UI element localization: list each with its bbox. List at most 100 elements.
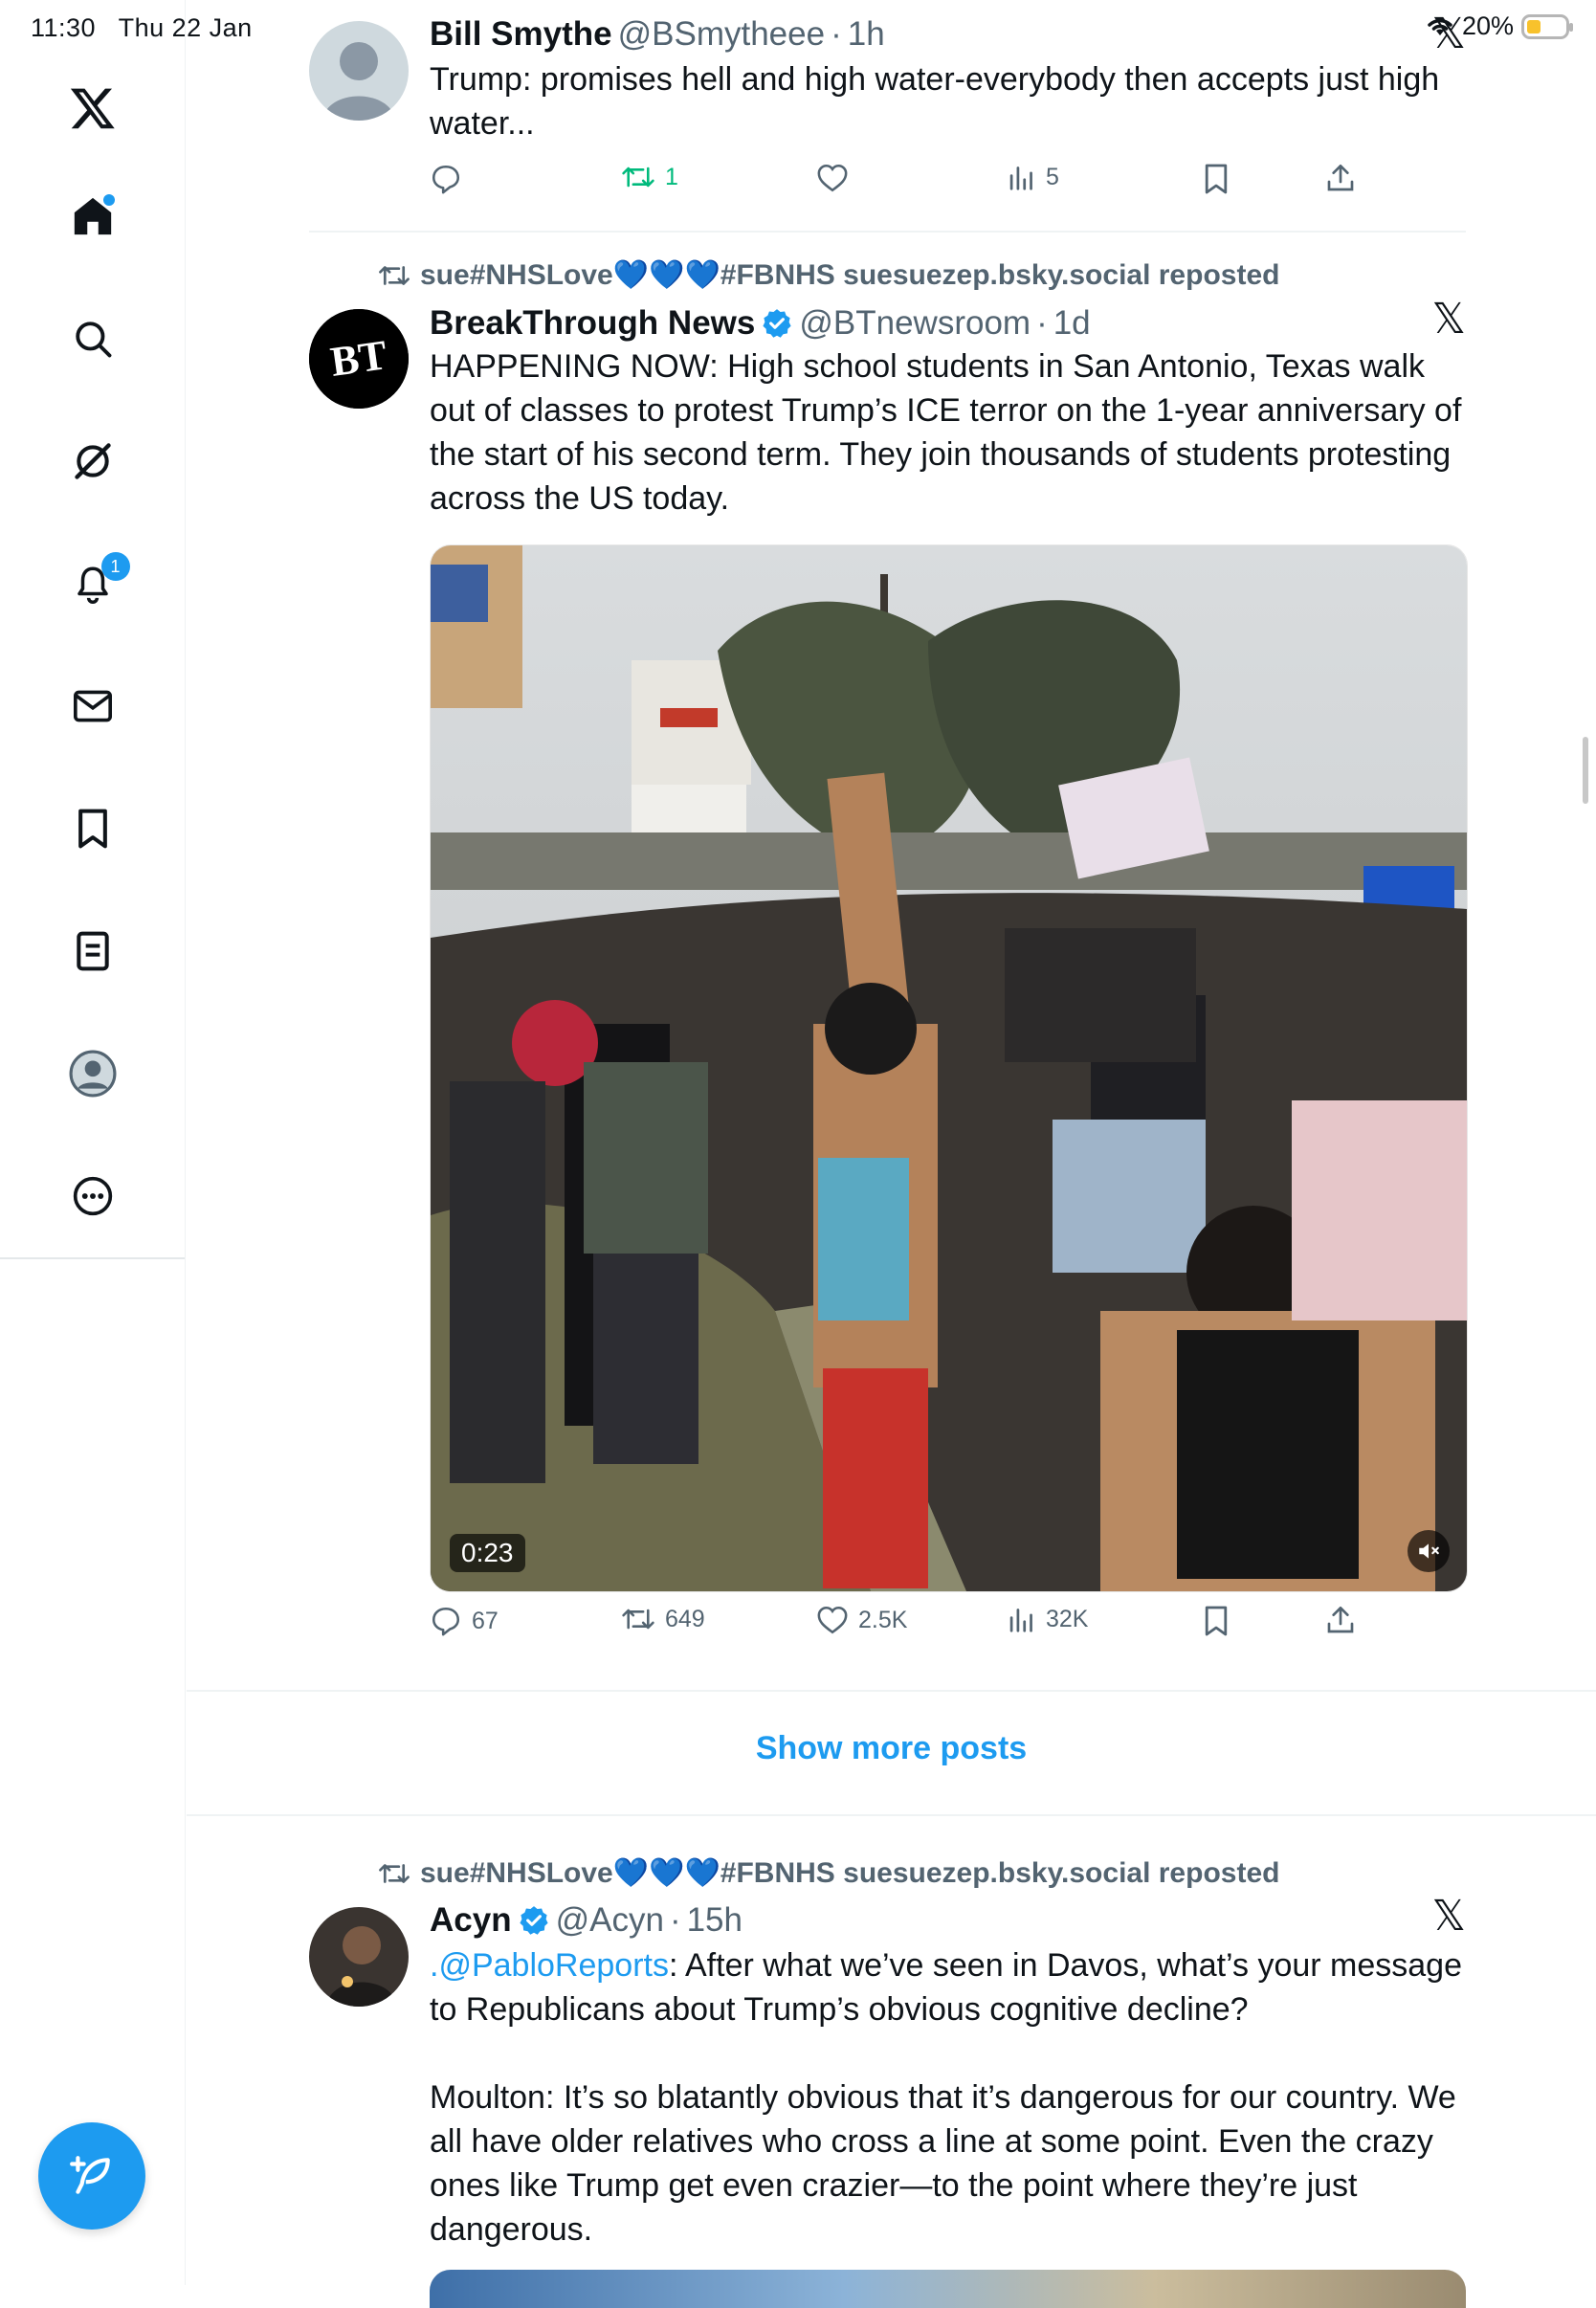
reply-icon: [432, 165, 460, 194]
envelope-icon: [73, 690, 112, 722]
section-divider: [187, 1690, 1596, 1692]
verified-badge-icon: [761, 307, 793, 340]
sidebar-item-profile[interactable]: [50, 1031, 136, 1117]
video-duration: 0:23: [450, 1534, 525, 1572]
reply-button[interactable]: [430, 163, 472, 195]
heart-icon: [817, 164, 848, 192]
bookmark-icon: [1205, 1606, 1228, 1636]
post-text: Trump: promises hell and high water-ever…: [430, 61, 1440, 142]
x-logo-icon[interactable]: [50, 65, 136, 151]
author-name[interactable]: Acyn: [430, 1899, 512, 1942]
post-divider: [309, 231, 1466, 233]
compose-feather-icon: [70, 2156, 110, 2194]
x-close-icon[interactable]: 𝕏: [1432, 10, 1466, 58]
avatar[interactable]: [309, 21, 409, 121]
share-button[interactable]: [1325, 1605, 1356, 1635]
repost-button[interactable]: 649: [621, 1605, 705, 1633]
separator-dot: ·: [1036, 304, 1048, 342]
repost-attribution[interactable]: sue#NHSLove💙💙💙#FBNHS suesuezep.bsky.soci…: [378, 258, 1279, 292]
bookmark-icon: [1205, 164, 1228, 194]
repost-button[interactable]: 1: [621, 163, 678, 191]
notifications-badge: 1: [100, 552, 130, 581]
author-name[interactable]: BreakThrough News: [430, 302, 755, 344]
scrollbar[interactable]: [1583, 737, 1588, 804]
sidebar-divider: [0, 1257, 185, 1259]
repost-icon: [379, 1863, 410, 1883]
post-text-part-2: Moulton: It’s so blatantly obvious that …: [430, 2079, 1456, 2248]
like-count: 2.5K: [858, 1606, 908, 1633]
post-actions: 67 649 2.5K 32K: [430, 1605, 1466, 1653]
share-icon: [1327, 1607, 1354, 1633]
sidebar-item-notifications[interactable]: 1: [50, 541, 136, 627]
view-count: 5: [1046, 163, 1059, 190]
grok-icon: [74, 443, 111, 479]
repost-count: 649: [665, 1605, 705, 1632]
post-text: .@PabloReports: After what we’ve seen in…: [430, 1943, 1466, 2031]
breakthrough-logo: BT: [309, 309, 409, 409]
avatar[interactable]: [309, 1907, 409, 2007]
reply-icon: [432, 1607, 460, 1636]
post-text: HAPPENING NOW: High school students in S…: [430, 348, 1462, 517]
repost-attribution[interactable]: sue#NHSLove💙💙💙#FBNHS suesuezep.bsky.soci…: [378, 1856, 1279, 1890]
author-handle[interactable]: @Acyn: [556, 1899, 664, 1942]
x-close-icon[interactable]: 𝕏: [1432, 295, 1466, 344]
author-handle[interactable]: @BSmytheee: [618, 13, 825, 55]
sidebar-item-grok[interactable]: [50, 418, 136, 504]
reply-count: 67: [472, 1607, 499, 1634]
repost-attribution-text: sue#NHSLove💙💙💙#FBNHS suesuezep.bsky.soci…: [420, 1857, 1280, 1889]
svg-text:BT: BT: [327, 331, 389, 386]
repost-icon: [379, 265, 410, 285]
search-icon: [75, 322, 111, 358]
bookmark-button[interactable]: [1203, 163, 1230, 195]
share-icon: [1327, 165, 1354, 191]
mention-link[interactable]: .@PabloReports: [430, 1947, 669, 1984]
sidebar-item-lists[interactable]: [50, 908, 136, 994]
timeline-feed: Bill Smythe @BSmytheee · 1h Trump: promi…: [187, 0, 1596, 2308]
sidebar-item-more[interactable]: [50, 1153, 136, 1239]
heart-icon: [817, 1606, 848, 1634]
sidebar-nav: 1: [0, 0, 186, 2285]
repost-count: 1: [665, 163, 678, 190]
post-time[interactable]: 1d: [1053, 302, 1091, 344]
author-handle[interactable]: @BTnewsroom: [799, 302, 1031, 344]
sidebar-item-search[interactable]: [50, 296, 136, 382]
default-avatar-icon: [309, 21, 409, 121]
reply-button[interactable]: 67: [430, 1605, 499, 1637]
mute-button[interactable]: [1408, 1530, 1450, 1572]
compose-post-button[interactable]: [38, 2122, 145, 2230]
avatar[interactable]: BT: [309, 309, 409, 409]
sidebar-item-messages[interactable]: [50, 663, 136, 749]
more-circle-icon: [73, 1176, 112, 1216]
view-count: 32K: [1046, 1605, 1089, 1632]
bar-chart-icon: [1009, 166, 1032, 190]
post-actions: 1 5: [430, 163, 1466, 211]
views-button[interactable]: 32K: [1008, 1605, 1088, 1633]
like-button[interactable]: 2.5K: [816, 1605, 907, 1635]
video-preview-partial[interactable]: [430, 2270, 1466, 2308]
post-header: BreakThrough News @BTnewsroom · 1d: [430, 302, 1466, 344]
list-icon: [76, 931, 109, 971]
repost-icon: [622, 166, 654, 188]
post-time[interactable]: 15h: [687, 1899, 743, 1942]
verified-badge-icon: [518, 1904, 550, 1937]
x-close-icon[interactable]: 𝕏: [1432, 1892, 1466, 1941]
bar-chart-icon: [1009, 1609, 1032, 1632]
sidebar-item-home[interactable]: [50, 173, 136, 259]
repost-icon: [622, 1609, 654, 1630]
bookmark-icon: [78, 809, 107, 849]
repost-attribution-text: sue#NHSLove💙💙💙#FBNHS suesuezep.bsky.soci…: [420, 259, 1280, 291]
share-button[interactable]: [1325, 163, 1356, 193]
like-button[interactable]: [816, 163, 858, 193]
show-more-posts-link[interactable]: Show more posts: [187, 1730, 1596, 1767]
sidebar-item-bookmarks[interactable]: [50, 786, 136, 872]
video-player[interactable]: 0:23: [430, 544, 1468, 1592]
section-divider: [187, 1814, 1596, 1816]
post-header: Acyn @Acyn · 15h: [430, 1899, 1466, 1942]
post-time[interactable]: 1h: [848, 13, 885, 55]
home-unread-dot: [102, 194, 115, 206]
post-header: Bill Smythe @BSmytheee · 1h: [430, 13, 1466, 55]
author-name[interactable]: Bill Smythe: [430, 13, 612, 55]
bookmark-button[interactable]: [1203, 1605, 1230, 1637]
views-button[interactable]: 5: [1008, 163, 1059, 191]
separator-dot: ·: [831, 15, 842, 53]
